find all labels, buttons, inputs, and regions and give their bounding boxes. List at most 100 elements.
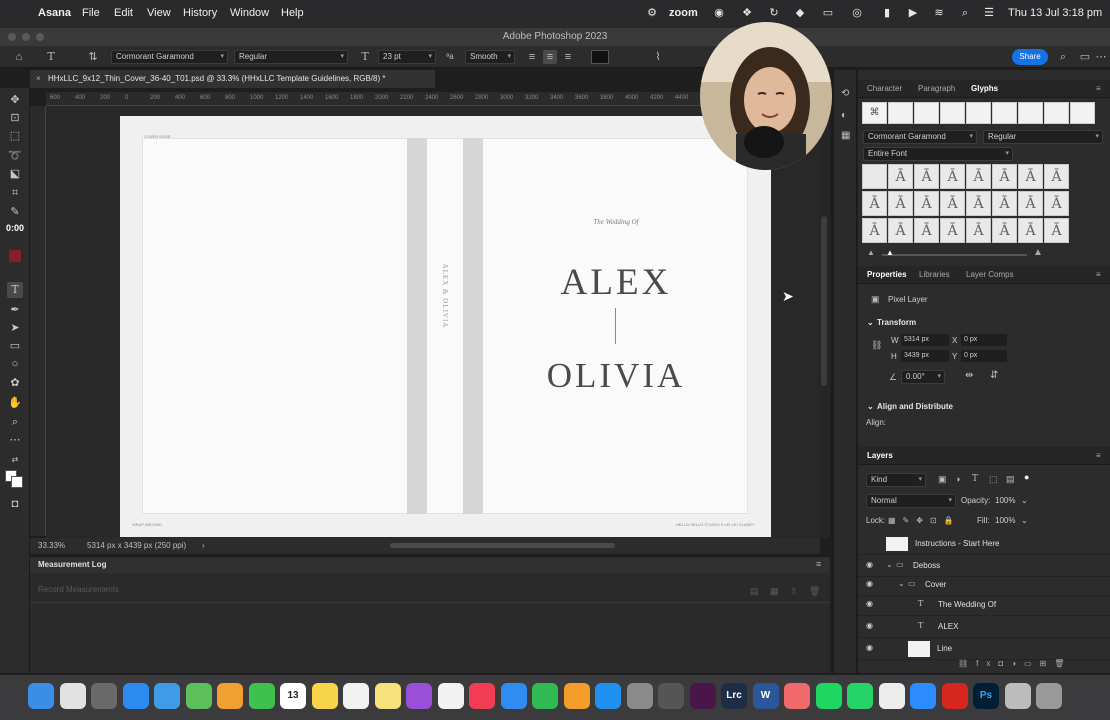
- eye-icon[interactable]: ◉: [866, 643, 873, 652]
- glyph-cell[interactable]: Ā: [992, 218, 1017, 243]
- align-left-icon[interactable]: ≡: [525, 50, 539, 64]
- glyph-cell[interactable]: Ā: [966, 164, 991, 189]
- align-right-icon[interactable]: ≡: [561, 50, 575, 64]
- dock-textedit-icon[interactable]: [878, 683, 905, 709]
- text-color-swatch[interactable]: [591, 50, 609, 64]
- glyph-cell[interactable]: Ā: [1018, 164, 1043, 189]
- height-field[interactable]: 3439 px: [901, 350, 949, 362]
- name-olivia[interactable]: OLIVIA: [496, 356, 736, 396]
- dock-reminders-icon[interactable]: [343, 683, 369, 709]
- layer-name[interactable]: The Wedding Of: [938, 600, 996, 609]
- tab-properties[interactable]: Properties: [867, 270, 907, 279]
- horizontal-scrollbar[interactable]: [390, 543, 615, 548]
- dock-spotify-icon[interactable]: [815, 683, 842, 709]
- swap-colors-icon[interactable]: ⇄: [7, 452, 23, 468]
- wedding-pre-title[interactable]: The Wedding Of: [516, 218, 716, 226]
- creative-cloud-icon[interactable]: ◎: [850, 6, 864, 20]
- layer-row[interactable]: ◉ T The Wedding Of: [858, 594, 1110, 616]
- display-icon[interactable]: ▭: [821, 6, 835, 20]
- menu-file[interactable]: File: [82, 7, 100, 19]
- dock-messages-icon[interactable]: [248, 683, 275, 709]
- layer-name[interactable]: ALEX: [938, 622, 958, 631]
- type-tool-preset-icon[interactable]: T: [44, 50, 58, 64]
- dock-calendar-icon[interactable]: 13: [280, 683, 306, 709]
- dock-mail-icon[interactable]: [154, 683, 180, 709]
- tab-layers[interactable]: Layers: [867, 451, 893, 460]
- select-rows-icon[interactable]: ▤: [750, 586, 759, 597]
- tab-libraries[interactable]: Libraries: [919, 270, 950, 279]
- glyph-cell[interactable]: Ā: [1044, 191, 1069, 216]
- transform-section-title[interactable]: Transform: [877, 318, 916, 327]
- dock-photos-icon[interactable]: [217, 683, 243, 709]
- x-field[interactable]: 0 px: [961, 334, 1007, 346]
- glyph-font-select[interactable]: Cormorant Garamond ▾: [863, 130, 977, 144]
- recent-glyph-cell[interactable]: [888, 102, 913, 124]
- dock-downloads-icon[interactable]: [1004, 683, 1031, 709]
- glyph-cell[interactable]: Ā: [862, 218, 887, 243]
- play-circle-icon[interactable]: ▶: [906, 6, 920, 20]
- panel-menu-icon[interactable]: ≡: [816, 559, 821, 569]
- delete-icon[interactable]: 🗑: [809, 586, 820, 597]
- dock-music-icon[interactable]: [469, 683, 495, 709]
- screen-record-icon[interactable]: ◉: [712, 6, 726, 20]
- share-button[interactable]: Share: [1012, 49, 1048, 65]
- menu-edit[interactable]: Edit: [114, 7, 133, 19]
- recent-glyph-cell[interactable]: [1070, 102, 1095, 124]
- pen-tool-icon[interactable]: ✒: [7, 302, 23, 318]
- adjustments-icon[interactable]: ◐: [841, 110, 847, 121]
- collapse-transform-icon[interactable]: ⌄: [867, 318, 874, 327]
- glyph-style-select[interactable]: Regular ▾: [983, 130, 1103, 144]
- panel-menu-icon[interactable]: ≡: [1096, 270, 1101, 279]
- font-family-select[interactable]: Cormorant Garamond ▾: [111, 50, 228, 64]
- home-icon[interactable]: ⌂: [12, 50, 26, 64]
- filter-adjustment-icon[interactable]: ◑: [955, 474, 960, 484]
- menu-window[interactable]: Window: [230, 7, 269, 19]
- divider-line[interactable]: [615, 308, 616, 344]
- font-style-select[interactable]: Regular ▾: [234, 50, 348, 64]
- grid-icon[interactable]: ▦: [841, 130, 850, 141]
- ellipse-tool-icon[interactable]: ○: [7, 356, 23, 372]
- vertical-scrollbar[interactable]: [818, 106, 830, 538]
- glyph-cell[interactable]: Ā: [1018, 191, 1043, 216]
- tab-paragraph[interactable]: Paragraph: [918, 84, 955, 93]
- document-info[interactable]: 5314 px x 3439 px (250 ppi): [87, 538, 186, 554]
- glyph-cell[interactable]: Ā: [1044, 218, 1069, 243]
- link-icon[interactable]: ⛓: [871, 340, 882, 351]
- glyph-cell[interactable]: Ā: [914, 218, 939, 243]
- type-tool-icon[interactable]: T: [7, 282, 23, 298]
- width-field[interactable]: 5314 px: [901, 334, 949, 346]
- glyph-cell[interactable]: Ā: [940, 191, 965, 216]
- search-icon[interactable]: ⌕: [1056, 50, 1070, 64]
- drop-icon[interactable]: ◆: [793, 6, 807, 20]
- glyph-cell[interactable]: Ā: [992, 191, 1017, 216]
- filter-toggle-icon[interactable]: ●: [1024, 472, 1029, 482]
- recent-glyph-cell[interactable]: ⌘: [862, 102, 887, 124]
- dock-launchpad-icon[interactable]: [91, 683, 117, 709]
- fill-value[interactable]: 100%: [995, 516, 1015, 525]
- tab-layer-comps[interactable]: Layer Comps: [966, 270, 1014, 279]
- dock-maps-icon[interactable]: [185, 683, 212, 709]
- angle-field[interactable]: 0.00° ▾: [901, 370, 945, 384]
- layer-row[interactable]: Instructions - Start Here: [858, 533, 1110, 555]
- quick-mask-icon[interactable]: ◘: [7, 496, 23, 512]
- eye-icon[interactable]: ◉: [866, 599, 873, 608]
- path-select-tool-icon[interactable]: ➤: [7, 320, 23, 336]
- glyph-cell[interactable]: Ā: [914, 164, 939, 189]
- zoom-out-glyphs-icon[interactable]: ▲: [867, 248, 875, 257]
- opacity-value[interactable]: 100%: [995, 496, 1015, 505]
- background-color-swatch[interactable]: [11, 476, 23, 488]
- glyph-cell[interactable]: Ā: [914, 191, 939, 216]
- filter-shape-icon[interactable]: ⬚: [989, 474, 998, 485]
- sync-icon[interactable]: ↻: [767, 6, 781, 20]
- dock-calculator-icon[interactable]: [658, 683, 684, 709]
- layers-footer-icons[interactable]: ⛓fx◘◑▭⊞🗑: [958, 659, 1108, 673]
- collapse-align-icon[interactable]: ⌄: [867, 402, 874, 411]
- tab-glyphs[interactable]: Glyphs: [971, 84, 998, 93]
- slider-thumb-icon[interactable]: ▲: [886, 248, 894, 257]
- layer-name[interactable]: Line: [937, 644, 952, 653]
- search-icon[interactable]: ⌕: [958, 6, 972, 20]
- menu-view[interactable]: View: [147, 7, 171, 19]
- glyph-cell[interactable]: [862, 164, 887, 189]
- hand-tool-icon[interactable]: ✋: [7, 395, 23, 411]
- eye-icon[interactable]: ◉: [866, 560, 873, 569]
